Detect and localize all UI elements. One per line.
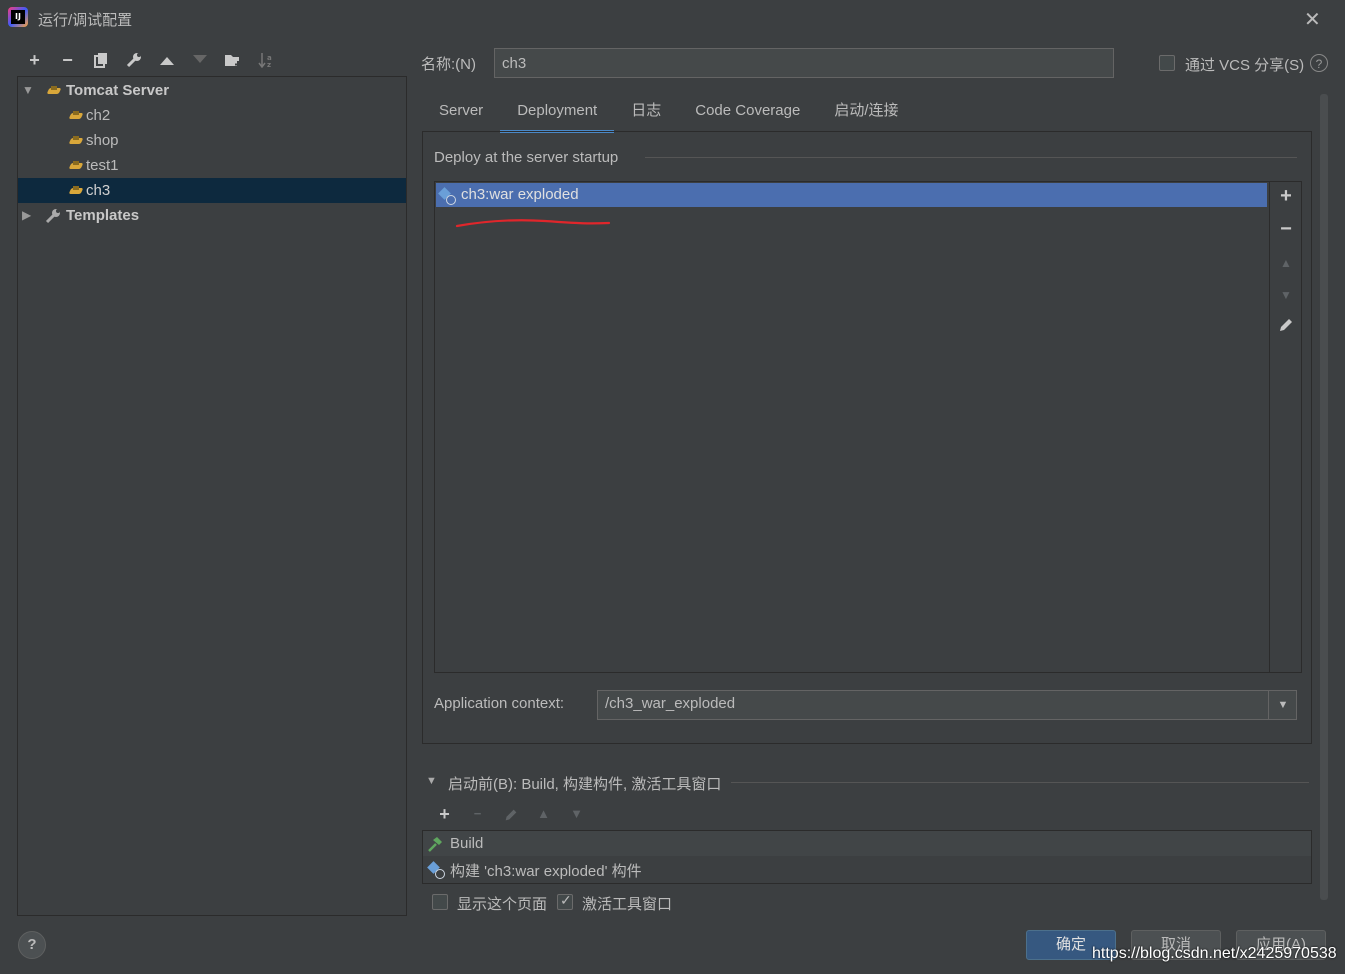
- show-page-label: 显示这个页面: [457, 896, 548, 913]
- move-up-icon[interactable]: [150, 48, 183, 72]
- chevron-down-icon[interactable]: ▼: [1268, 691, 1297, 719]
- move-up-icon[interactable]: ▲: [527, 803, 560, 825]
- expand-right-icon[interactable]: ▶: [22, 203, 31, 228]
- collapse-down-icon[interactable]: ▼: [426, 775, 437, 787]
- tree-item-ch2[interactable]: ch2: [18, 103, 406, 128]
- remove-icon[interactable]: −: [1270, 218, 1302, 241]
- deploy-group-title: Deploy at the server startup: [434, 149, 619, 166]
- tab-server[interactable]: Server: [422, 94, 500, 130]
- tomcat-icon: [70, 136, 84, 146]
- remove-icon[interactable]: −: [461, 803, 494, 825]
- close-icon[interactable]: ✕: [1304, 7, 1321, 32]
- tree-item-shop[interactable]: shop: [18, 128, 406, 153]
- window-title: 运行/调试配置: [38, 12, 133, 29]
- tree-group-label: Tomcat Server: [66, 82, 170, 99]
- tree-group-tomcat-server[interactable]: ▼ Tomcat Server: [18, 78, 406, 103]
- name-label: 名称:(N): [421, 56, 476, 73]
- wrench-icon: [44, 203, 62, 228]
- before-launch-title: 启动前(B): Build, 构建构件, 激活工具窗口: [448, 776, 722, 793]
- add-icon[interactable]: +: [18, 48, 51, 72]
- show-page-checkbox[interactable]: [432, 894, 448, 910]
- deploy-list-toolbar: + − ▲ ▼: [1269, 182, 1302, 672]
- move-up-icon[interactable]: ▲: [1270, 256, 1302, 270]
- help-button[interactable]: ?: [18, 931, 46, 959]
- move-down-icon[interactable]: ▼: [560, 803, 593, 825]
- activate-tool-window-checkbox[interactable]: [557, 892, 573, 910]
- config-tabs: Server Deployment 日志 Code Coverage 启动/连接: [422, 94, 916, 133]
- app-context-value: /ch3_war_exploded: [605, 695, 736, 712]
- sort-icon[interactable]: az: [249, 48, 282, 72]
- hammer-icon: [428, 837, 442, 852]
- svg-text:z: z: [267, 61, 271, 68]
- deploy-item-label: ch3:war exploded: [461, 186, 579, 203]
- artifact-icon: [428, 861, 446, 879]
- move-down-icon[interactable]: [183, 48, 216, 72]
- help-icon[interactable]: ?: [1310, 54, 1328, 72]
- before-launch-item-label[interactable]: 构建 'ch3:war exploded' 构件: [450, 860, 642, 881]
- edit-pencil-icon[interactable]: [494, 803, 527, 825]
- before-launch-toolbar: + − ▲ ▼: [428, 803, 593, 825]
- tomcat-icon: [48, 86, 62, 96]
- tree-item-test1[interactable]: test1: [18, 153, 406, 178]
- tab-deployment[interactable]: Deployment: [500, 94, 615, 133]
- expand-down-icon[interactable]: ▼: [22, 78, 34, 103]
- artifact-icon: [439, 187, 457, 205]
- add-icon[interactable]: +: [1270, 185, 1302, 208]
- before-launch-item-label: Build: [450, 835, 484, 852]
- name-input[interactable]: [494, 48, 1114, 78]
- tree-item-label: test1: [86, 157, 119, 174]
- intellij-app-icon: [8, 7, 28, 27]
- vcs-share-checkbox[interactable]: [1159, 55, 1175, 71]
- title-bar: [0, 0, 1345, 36]
- red-annotation-underline: [455, 219, 611, 228]
- templates-label: Templates: [66, 207, 140, 224]
- config-toolbar: + − az: [18, 48, 282, 72]
- copy-icon[interactable]: [84, 48, 117, 72]
- tree-item-label: ch2: [86, 107, 111, 124]
- remove-icon[interactable]: −: [51, 48, 84, 72]
- app-context-label: Application context:: [434, 695, 565, 712]
- configuration-tree: ▼ Tomcat Server ch2 shop test1 ch3 ▶ Tem…: [17, 76, 407, 916]
- group-divider: [645, 157, 1297, 158]
- folder-add-icon[interactable]: [216, 48, 249, 72]
- edit-pencil-icon[interactable]: [1270, 316, 1302, 340]
- wrench-icon[interactable]: [117, 48, 150, 72]
- move-down-icon[interactable]: ▼: [1270, 288, 1302, 302]
- tomcat-icon: [70, 161, 84, 171]
- tree-item-label: shop: [86, 132, 119, 149]
- tab-logs[interactable]: 日志: [614, 94, 678, 130]
- before-launch-divider: [731, 782, 1309, 783]
- tomcat-icon: [70, 186, 84, 196]
- tab-code-coverage[interactable]: Code Coverage: [678, 94, 817, 130]
- tree-group-templates[interactable]: ▶ Templates: [18, 203, 406, 228]
- tree-item-label: ch3: [86, 182, 111, 199]
- tree-item-ch3[interactable]: ch3: [18, 178, 406, 203]
- activate-tool-window-label: 激活工具窗口: [582, 896, 673, 913]
- deploy-list-area[interactable]: [435, 182, 1268, 672]
- watermark: https://blog.csdn.net/x2425970538: [1092, 945, 1337, 962]
- add-icon[interactable]: +: [428, 803, 461, 825]
- vcs-share-label: 通过 VCS 分享(S): [1185, 57, 1305, 74]
- before-launch-item-build[interactable]: [423, 831, 1311, 856]
- tab-startup-connection[interactable]: 启动/连接: [817, 94, 915, 130]
- vertical-scrollbar[interactable]: [1320, 94, 1328, 900]
- tomcat-icon: [70, 111, 84, 121]
